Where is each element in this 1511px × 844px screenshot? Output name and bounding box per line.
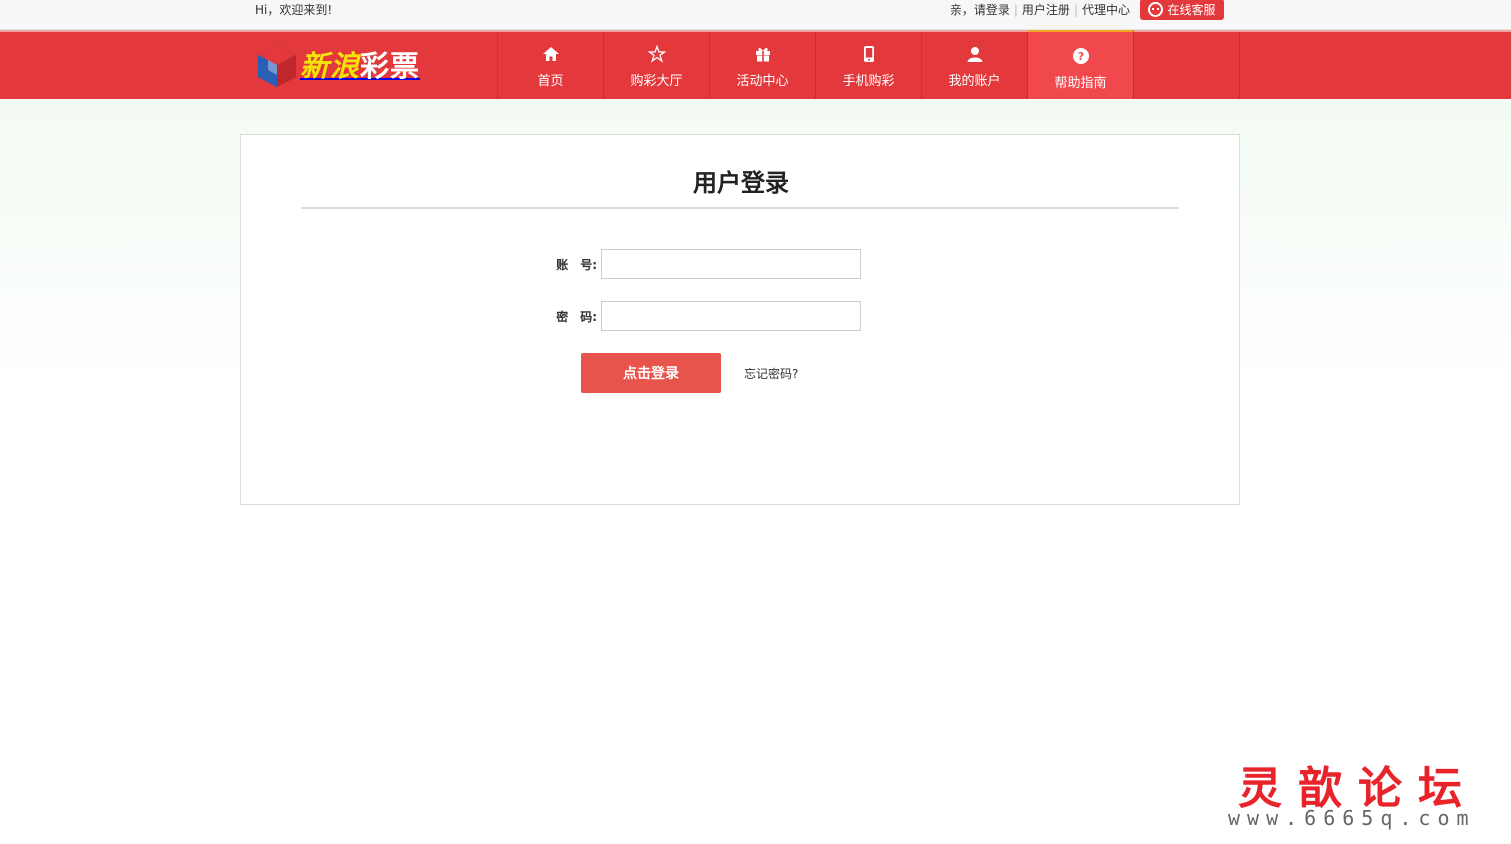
nav-item-mobile-lottery[interactable]: 手机购彩 bbox=[816, 32, 922, 99]
svg-text:?: ? bbox=[1077, 50, 1083, 63]
login-button[interactable]: 点击登录 bbox=[581, 353, 721, 393]
page-title: 用户登录 bbox=[693, 169, 789, 197]
headset-icon bbox=[1148, 2, 1164, 17]
nav-item-label: 帮助指南 bbox=[1054, 76, 1107, 91]
nav-item-help-guide[interactable]: ? 帮助指南 bbox=[1028, 30, 1134, 99]
nav-item-label: 活动中心 bbox=[736, 74, 789, 89]
account-input[interactable] bbox=[601, 249, 861, 279]
top-bar-inner: Hi，欢迎来到! 亲，请登录 | 用户注册 | 代理中心 在线客服 bbox=[240, 0, 1240, 30]
divider: | bbox=[1013, 3, 1018, 17]
divider: | bbox=[1073, 3, 1078, 17]
top-bar: Hi，欢迎来到! 亲，请登录 | 用户注册 | 代理中心 在线客服 bbox=[0, 0, 1511, 30]
online-service-label: 在线客服 bbox=[1167, 3, 1216, 17]
cube-logo-icon bbox=[258, 45, 296, 87]
nav-item-my-account[interactable]: 我的账户 bbox=[922, 32, 1028, 99]
divider bbox=[1239, 32, 1240, 99]
nav-item-label: 手机购彩 bbox=[842, 74, 895, 89]
password-label: 密 码: bbox=[556, 309, 597, 324]
gift-icon bbox=[753, 44, 773, 64]
logo-text: 新浪彩票 bbox=[300, 43, 420, 89]
login-link[interactable]: 亲，请登录 bbox=[950, 2, 1010, 18]
logo-text-part2: 彩票 bbox=[360, 49, 421, 83]
password-input[interactable] bbox=[601, 301, 861, 331]
account-row: 账 号: bbox=[541, 249, 861, 279]
nav-item-activity-center[interactable]: 活动中心 bbox=[710, 32, 816, 99]
forgot-password-link[interactable]: 忘记密码? bbox=[744, 365, 798, 382]
watermark: 灵歆论坛 www.6665q.com bbox=[1220, 750, 1500, 840]
nav-item-home[interactable]: 首页 bbox=[498, 32, 604, 99]
main-nav-bar: 新浪彩票 首页 购彩大厅 活动中心 手机购彩 我的账户 ? 帮助指南 bbox=[0, 30, 1511, 99]
agent-center-link[interactable]: 代理中心 bbox=[1082, 2, 1130, 18]
divider bbox=[301, 207, 1179, 209]
user-icon bbox=[965, 44, 985, 64]
help-icon: ? bbox=[1071, 46, 1091, 66]
nav-item-label: 购彩大厅 bbox=[630, 74, 683, 89]
welcome-text: Hi，欢迎来到! bbox=[255, 3, 333, 17]
account-label: 账 号: bbox=[556, 257, 597, 272]
online-service-button[interactable]: 在线客服 bbox=[1140, 0, 1224, 20]
password-row: 密 码: bbox=[541, 301, 861, 331]
star-icon bbox=[647, 44, 667, 64]
watermark-url: www.6665q.com bbox=[1228, 806, 1476, 830]
site-logo[interactable]: 新浪彩票 bbox=[256, 42, 436, 90]
register-link[interactable]: 用户注册 bbox=[1022, 2, 1070, 18]
top-links: 亲，请登录 | 用户注册 | 代理中心 bbox=[950, 2, 1130, 18]
nav-item-label: 首页 bbox=[537, 74, 564, 89]
main-nav-inner: 新浪彩票 首页 购彩大厅 活动中心 手机购彩 我的账户 ? 帮助指南 bbox=[240, 30, 1240, 99]
login-panel: 用户登录 账 号: 密 码: 点击登录 忘记密码? bbox=[240, 134, 1240, 505]
logo-text-part1: 新浪 bbox=[300, 49, 361, 83]
nav-item-label: 我的账户 bbox=[948, 74, 1001, 89]
home-icon bbox=[541, 44, 561, 64]
nav-item-lottery-hall[interactable]: 购彩大厅 bbox=[604, 32, 710, 99]
mobile-icon bbox=[859, 44, 879, 64]
primary-nav: 首页 购彩大厅 活动中心 手机购彩 我的账户 ? 帮助指南 bbox=[497, 30, 1134, 99]
